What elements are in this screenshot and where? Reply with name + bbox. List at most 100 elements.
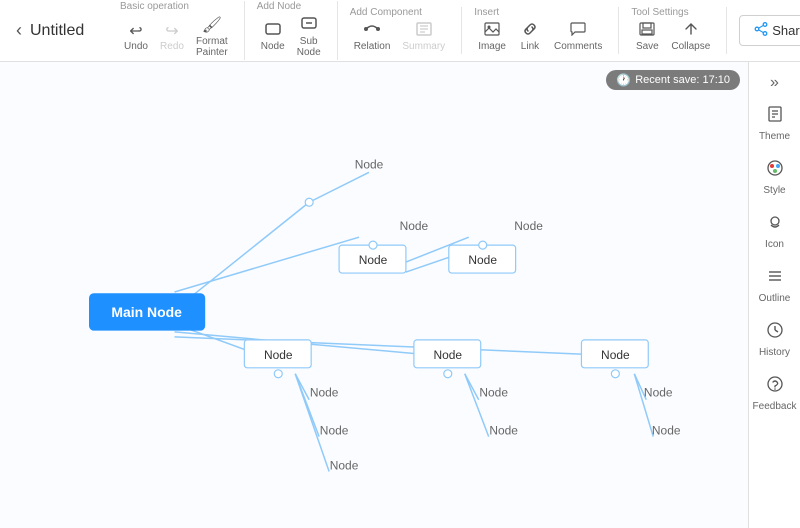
sidebar-item-theme[interactable]: Theme: [749, 96, 800, 150]
icon-icon: [765, 212, 785, 237]
svg-text:Node: Node: [434, 348, 463, 362]
save-badge: 🕐 Recent save: 17:10: [606, 70, 740, 90]
svg-text:Node: Node: [400, 219, 429, 233]
image-icon: [484, 22, 500, 41]
style-label: Style: [763, 185, 785, 196]
style-icon: [765, 158, 785, 183]
feedback-icon: [765, 374, 785, 399]
svg-text:Node: Node: [310, 386, 339, 400]
collapse-icon: [683, 22, 699, 41]
undo-button[interactable]: ↩ Undo: [120, 20, 152, 54]
format-painter-button[interactable]: 🖌 Format Painter: [192, 14, 232, 59]
save-button[interactable]: Save: [631, 20, 663, 54]
svg-text:Node: Node: [652, 424, 681, 438]
add-component-items: Relation Summary: [350, 20, 450, 54]
main-area: 🕐 Recent save: 17:10: [0, 62, 800, 528]
theme-label: Theme: [759, 131, 790, 142]
summary-icon: [416, 22, 432, 41]
feedback-label: Feedback: [753, 401, 797, 412]
node-label: Node: [261, 41, 285, 52]
outline-icon: [765, 266, 785, 291]
group-label-add-component: Add Component: [350, 7, 422, 18]
document-title: Untitled: [30, 22, 100, 40]
svg-text:Node: Node: [264, 348, 293, 362]
save-badge-text: Recent save: 17:10: [635, 74, 730, 86]
sub-node-icon: [301, 16, 317, 35]
toolbar-group-add-node: Add Node Node Sub Node: [257, 1, 338, 59]
svg-text:Node: Node: [514, 219, 543, 233]
svg-text:Node: Node: [355, 157, 384, 171]
collapse-label: Collapse: [671, 41, 710, 52]
image-button[interactable]: Image: [474, 20, 510, 54]
basic-ops-items: ↩ Undo ↪ Redo 🖌 Format Painter: [120, 14, 232, 59]
redo-label: Redo: [160, 41, 184, 52]
svg-text:Node: Node: [468, 253, 497, 267]
sidebar-collapse-button[interactable]: »: [749, 70, 800, 96]
link-icon: [522, 22, 538, 41]
save-clock-icon: 🕐: [616, 73, 631, 87]
svg-text:Node: Node: [601, 348, 630, 362]
sidebar-item-icon[interactable]: Icon: [749, 204, 800, 258]
redo-button[interactable]: ↪ Redo: [156, 20, 188, 54]
relation-label: Relation: [354, 41, 391, 52]
svg-text:Node: Node: [489, 424, 518, 438]
node-button[interactable]: Node: [257, 20, 289, 54]
relation-button[interactable]: Relation: [350, 20, 395, 54]
sidebar-item-outline[interactable]: Outline: [749, 258, 800, 312]
tool-settings-items: Save Collapse: [631, 20, 714, 54]
sidebar-item-feedback[interactable]: Feedback: [749, 366, 800, 420]
save-label: Save: [636, 41, 659, 52]
link-button[interactable]: Link: [514, 20, 546, 54]
save-icon: [639, 22, 655, 41]
node-icon: [265, 22, 281, 41]
toolbar-group-tool-settings: Tool Settings Save Collapse: [631, 7, 727, 54]
share-icon: [754, 22, 768, 39]
summary-button[interactable]: Summary: [398, 20, 449, 54]
svg-text:Main Node: Main Node: [111, 304, 182, 320]
history-label: History: [759, 347, 790, 358]
svg-text:Node: Node: [644, 386, 673, 400]
group-label-basic: Basic operation: [120, 1, 189, 12]
mindmap: Main Node Node Node Node Node Node Node: [0, 62, 748, 528]
theme-icon: [765, 104, 785, 129]
sub-node-label: Sub Node: [297, 36, 321, 58]
image-label: Image: [478, 41, 506, 52]
group-label-tool-settings: Tool Settings: [631, 7, 688, 18]
toolbar-group-add-component: Add Component Relation Summary: [350, 7, 463, 54]
sidebar-item-style[interactable]: Style: [749, 150, 800, 204]
svg-text:Node: Node: [359, 253, 388, 267]
svg-text:Node: Node: [479, 386, 508, 400]
undo-icon: ↩: [129, 22, 142, 41]
share-button[interactable]: Share: [739, 15, 800, 46]
icon-label: Icon: [765, 239, 784, 250]
insert-items: Image Link Comments: [474, 20, 606, 54]
group-label-add-node: Add Node: [257, 1, 301, 12]
sidebar-item-history[interactable]: History: [749, 312, 800, 366]
collapse-button[interactable]: Collapse: [667, 20, 714, 54]
group-label-insert: Insert: [474, 7, 499, 18]
canvas[interactable]: 🕐 Recent save: 17:10: [0, 62, 748, 528]
comments-icon: [570, 22, 586, 41]
redo-icon: ↪: [165, 22, 178, 41]
share-label: Share: [772, 23, 800, 38]
toolbar-group-insert: Insert Image Link Comments: [474, 7, 619, 54]
history-icon: [765, 320, 785, 345]
link-label: Link: [521, 41, 539, 52]
header: ‹ Untitled Basic operation ↩ Undo ↪ Redo…: [0, 0, 800, 62]
svg-text:Node: Node: [330, 459, 359, 473]
header-actions: Share Export: [739, 15, 800, 46]
svg-text:Node: Node: [320, 424, 349, 438]
relation-icon: [364, 22, 380, 41]
format-painter-label: Format Painter: [196, 36, 228, 58]
outline-label: Outline: [759, 293, 791, 304]
comments-button[interactable]: Comments: [550, 20, 606, 54]
add-node-items: Node Sub Node: [257, 14, 325, 59]
undo-label: Undo: [124, 41, 148, 52]
toolbar-group-basic: Basic operation ↩ Undo ↪ Redo 🖌 Format P…: [120, 1, 245, 59]
sub-node-button[interactable]: Sub Node: [293, 14, 325, 59]
back-button[interactable]: ‹: [8, 16, 30, 45]
format-painter-icon: 🖌: [202, 16, 222, 35]
right-sidebar: » Theme Style Icon Outline: [748, 62, 800, 528]
comments-label: Comments: [554, 41, 602, 52]
summary-label: Summary: [402, 41, 445, 52]
